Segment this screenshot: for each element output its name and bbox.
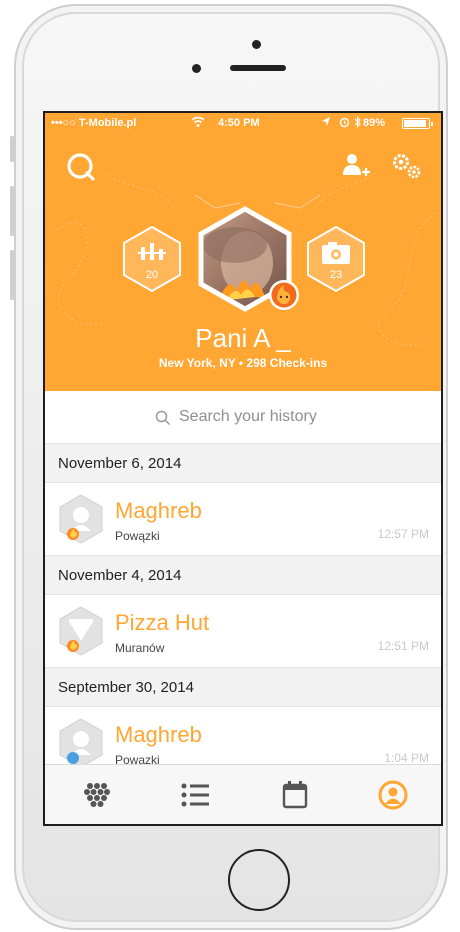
calendar-icon[interactable]	[277, 779, 313, 811]
list-icon[interactable]	[177, 779, 213, 811]
tab-bar	[45, 764, 441, 824]
venue-name: Maghreb	[115, 498, 202, 523]
battery-icon	[402, 118, 433, 129]
volume-down-button	[10, 250, 15, 300]
checkin-time: 12:57 PM	[377, 527, 429, 541]
alarm-icon	[339, 117, 350, 128]
photo-icon	[322, 242, 350, 264]
right-hex-count: 23	[329, 269, 343, 281]
checkin-row[interactable]: Maghreb Powązki 12:57 PM	[45, 483, 441, 555]
clock-label: 4:50 PM	[218, 117, 260, 129]
checkin-time: 1:04 PM	[384, 751, 429, 765]
profile-name: Pani A _	[195, 323, 291, 353]
proximity-sensor	[192, 64, 201, 73]
bluetooth-icon	[354, 116, 361, 128]
date-label: November 4, 2014	[58, 567, 182, 584]
venue-name: Maghreb	[115, 722, 202, 747]
checkin-row[interactable]: Pizza Hut Muranów 12:51 PM	[45, 595, 441, 667]
search-icon	[155, 410, 171, 426]
checkin-time: 12:51 PM	[377, 639, 429, 653]
status-bar: •••○○ T-Mobile.pl 4:50 PM 89%	[45, 113, 441, 133]
venue-neighborhood: Powązki	[115, 529, 160, 543]
search-swarm-icon[interactable]	[65, 151, 97, 183]
left-hex-count: 20	[145, 269, 159, 281]
venue-neighborhood: Muranów	[115, 641, 165, 655]
wifi-icon	[191, 116, 205, 127]
home-button[interactable]	[228, 849, 290, 911]
date-section-header: November 4, 2014	[45, 555, 441, 595]
app-screen: •••○○ T-Mobile.pl 4:50 PM 89% 20 23 Pani…	[43, 111, 443, 826]
tips-hexagon-badge[interactable]	[121, 225, 183, 293]
venue-category-icon	[59, 606, 103, 656]
earpiece-speaker	[230, 65, 286, 71]
profile-header: •••○○ T-Mobile.pl 4:50 PM 89% 20 23 Pani…	[45, 113, 441, 391]
search-placeholder: Search your history	[179, 408, 317, 425]
history-search-bar[interactable]: Search your history	[45, 391, 441, 444]
front-camera	[252, 40, 261, 49]
date-label: November 6, 2014	[58, 455, 182, 472]
categories-icon[interactable]	[79, 779, 115, 811]
venue-category-icon	[59, 494, 103, 544]
add-friend-icon[interactable]	[341, 151, 371, 181]
settings-gears-icon[interactable]	[390, 151, 424, 181]
venue-category-icon	[59, 718, 103, 768]
carrier-label: •••○○ T-Mobile.pl	[51, 117, 137, 129]
photos-hexagon-badge[interactable]	[305, 225, 367, 293]
mute-switch	[10, 136, 15, 162]
venue-name: Pizza Hut	[115, 610, 210, 635]
profile-location-checkins: New York, NY • 298 Check-ins	[158, 356, 328, 370]
date-section-header: November 6, 2014	[45, 443, 441, 483]
mayor-flame-badge-icon	[269, 280, 299, 310]
volume-up-button	[10, 186, 15, 236]
date-section-header: September 30, 2014	[45, 667, 441, 707]
battery-percent: 89%	[363, 117, 386, 129]
location-arrow-icon	[322, 117, 330, 126]
date-label: September 30, 2014	[58, 679, 194, 696]
profile-icon[interactable]	[375, 779, 411, 811]
